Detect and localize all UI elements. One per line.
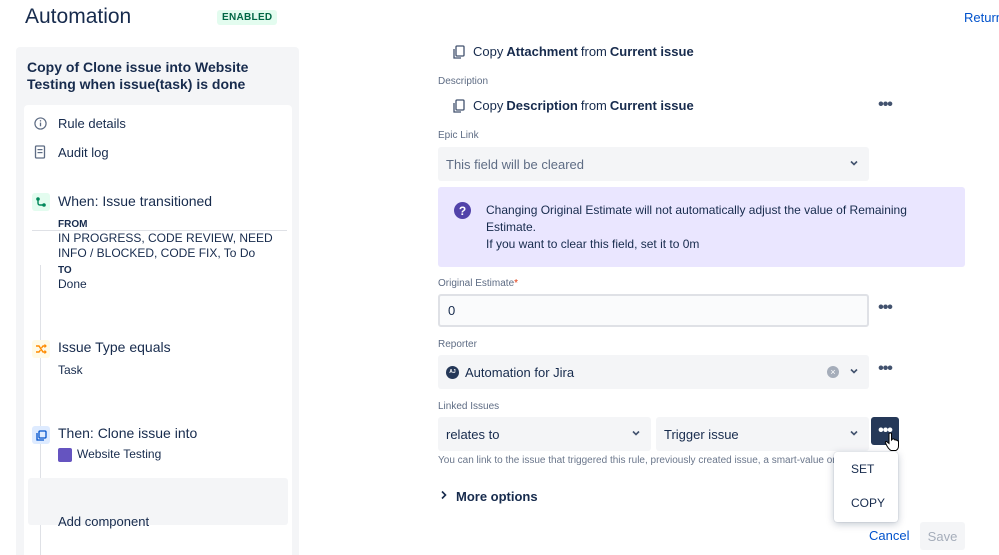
required-mark: * xyxy=(514,278,519,289)
epic-link-select[interactable]: This field will be cleared xyxy=(438,147,869,181)
attachment-copy-row: Copy Attachment from Current issue xyxy=(452,44,697,59)
action-project: Website Testing xyxy=(58,447,288,462)
info-line-2: If you want to clear this field, set it … xyxy=(486,237,700,251)
chevron-down-icon xyxy=(850,160,858,166)
reporter-value: Automation for Jira xyxy=(465,364,575,380)
condition-value: Task xyxy=(58,363,83,377)
avatar: AJ xyxy=(446,365,459,379)
chevron-down-icon xyxy=(632,430,640,436)
attachment-field: Attachment xyxy=(506,44,578,59)
attachment-middle: from xyxy=(580,44,607,59)
original-estimate-label-text: Original Estimate xyxy=(438,278,515,289)
description-more-button[interactable]: ••• xyxy=(872,94,898,116)
info-icon xyxy=(32,115,48,131)
cancel-button[interactable]: Cancel xyxy=(869,528,909,543)
link-type-value: relates to xyxy=(446,426,500,442)
estimate-more-button[interactable]: ••• xyxy=(872,297,898,319)
linked-issues-label: Linked Issues xyxy=(438,401,500,412)
rule-details-label: Rule details xyxy=(58,115,126,131)
more-options-toggle[interactable]: More options xyxy=(440,489,538,504)
link-type-select[interactable]: relates to xyxy=(438,417,651,451)
chevron-right-icon xyxy=(440,490,448,503)
rule-details-link[interactable]: Rule details xyxy=(32,113,126,133)
document-icon xyxy=(32,144,48,160)
reporter-more-button[interactable]: ••• xyxy=(872,358,898,380)
chevron-down-icon xyxy=(850,368,858,374)
page-title: Automation xyxy=(25,5,132,28)
description-copy-row: Copy Description from Current issue xyxy=(452,98,697,113)
more-options-label: More options xyxy=(456,489,538,504)
rule-panel: Copy of Clone issue into Website Testing… xyxy=(16,47,299,555)
reporter-label: Reporter xyxy=(438,339,477,350)
original-estimate-input[interactable]: 0 xyxy=(438,294,869,327)
attachment-prefix: Copy xyxy=(473,44,504,59)
original-estimate-label: Original Estimate* xyxy=(438,278,518,289)
description-label: Description xyxy=(438,76,489,87)
save-button[interactable]: Save xyxy=(920,522,965,550)
audit-log-link[interactable]: Audit log xyxy=(32,142,109,162)
from-label: FROM xyxy=(58,219,88,230)
menu-item-set[interactable]: SET xyxy=(834,455,898,483)
to-label: TO xyxy=(58,265,72,276)
epic-link-label: Epic Link xyxy=(438,130,479,141)
description-source: Current issue xyxy=(609,98,694,113)
copy-icon xyxy=(452,44,466,59)
epic-link-value: This field will be cleared xyxy=(446,156,585,172)
action-project-label: Website Testing xyxy=(77,447,162,461)
link-target-select[interactable]: Trigger issue xyxy=(656,417,869,451)
clone-icon xyxy=(32,426,50,444)
info-line-1: Changing Original Estimate will not auto… xyxy=(486,203,907,234)
description-middle: from xyxy=(580,98,607,113)
clear-icon[interactable]: × xyxy=(827,366,839,378)
link-target-value: Trigger issue xyxy=(664,426,739,442)
status-badge: ENABLED xyxy=(217,10,278,25)
hand-cursor-icon xyxy=(884,432,899,451)
info-panel: ? Changing Original Estimate will not au… xyxy=(438,187,965,267)
trigger-title[interactable]: When: Issue transitioned xyxy=(58,193,212,209)
audit-log-label: Audit log xyxy=(58,144,109,160)
menu-item-copy[interactable]: COPY xyxy=(834,489,898,517)
add-component-button[interactable]: Add component xyxy=(58,514,149,529)
reporter-select[interactable]: AJ Automation for Jira × xyxy=(438,355,869,389)
to-value: Done xyxy=(58,277,87,291)
action-title[interactable]: Then: Clone issue into xyxy=(58,425,197,441)
copy-icon xyxy=(452,98,466,113)
info-text: Changing Original Estimate will not auto… xyxy=(486,202,936,253)
description-field: Description xyxy=(506,98,578,113)
rule-components: Rule details Audit log When: Issue trans… xyxy=(24,105,292,555)
attachment-source: Current issue xyxy=(609,44,694,59)
shuffle-icon xyxy=(32,340,50,358)
condition-title[interactable]: Issue Type equals xyxy=(58,339,171,355)
description-prefix: Copy xyxy=(473,98,504,113)
from-value: IN PROGRESS, CODE REVIEW, NEED INFO / BL… xyxy=(58,231,273,260)
trigger-icon xyxy=(32,193,50,211)
chevron-down-icon xyxy=(850,430,858,436)
rule-title: Copy of Clone issue into Website Testing… xyxy=(27,59,249,92)
project-icon xyxy=(58,447,72,462)
set-copy-menu: SET COPY xyxy=(834,452,898,522)
question-icon: ? xyxy=(454,202,471,219)
return-link[interactable]: Return xyxy=(964,10,999,25)
